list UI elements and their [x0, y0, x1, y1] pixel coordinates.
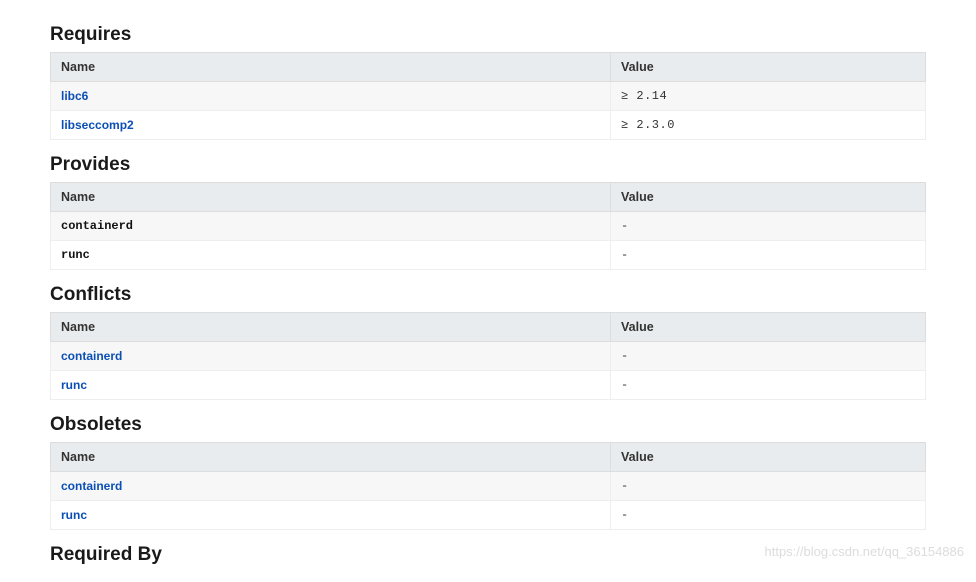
- package-link[interactable]: runc: [51, 501, 611, 530]
- table-row: libc6 ≥ 2.14: [51, 82, 926, 111]
- package-value: -: [611, 241, 926, 270]
- package-link[interactable]: containerd: [51, 342, 611, 371]
- table-conflicts: Name Value containerd - runc -: [50, 312, 926, 400]
- column-header-value: Value: [611, 183, 926, 212]
- table-row: containerd -: [51, 472, 926, 501]
- column-header-value: Value: [611, 443, 926, 472]
- table-obsoletes: Name Value containerd - runc -: [50, 442, 926, 530]
- package-name: containerd: [51, 212, 611, 241]
- column-header-name: Name: [51, 443, 611, 472]
- column-header-name: Name: [51, 53, 611, 82]
- section-title-conflicts: Conflicts: [50, 284, 926, 306]
- section-title-provides: Provides: [50, 154, 926, 176]
- package-link[interactable]: runc: [51, 371, 611, 400]
- section-title-obsoletes: Obsoletes: [50, 414, 926, 436]
- package-link[interactable]: containerd: [51, 472, 611, 501]
- column-header-name: Name: [51, 183, 611, 212]
- column-header-value: Value: [611, 313, 926, 342]
- package-value: ≥ 2.3.0: [611, 111, 926, 140]
- table-row: libseccomp2 ≥ 2.3.0: [51, 111, 926, 140]
- package-value: -: [611, 371, 926, 400]
- package-value: -: [611, 342, 926, 371]
- package-value: -: [611, 501, 926, 530]
- table-row: runc -: [51, 241, 926, 270]
- table-provides: Name Value containerd - runc -: [50, 182, 926, 270]
- package-link[interactable]: libseccomp2: [51, 111, 611, 140]
- table-row: runc -: [51, 371, 926, 400]
- package-value: ≥ 2.14: [611, 82, 926, 111]
- package-value: -: [611, 212, 926, 241]
- table-row: containerd -: [51, 342, 926, 371]
- column-header-name: Name: [51, 313, 611, 342]
- table-row: containerd -: [51, 212, 926, 241]
- table-requires: Name Value libc6 ≥ 2.14 libseccomp2 ≥ 2.…: [50, 52, 926, 140]
- package-name: runc: [51, 241, 611, 270]
- section-title-required-by: Required By: [50, 544, 926, 566]
- table-row: runc -: [51, 501, 926, 530]
- package-link[interactable]: libc6: [51, 82, 611, 111]
- column-header-value: Value: [611, 53, 926, 82]
- package-value: -: [611, 472, 926, 501]
- section-title-requires: Requires: [50, 24, 926, 46]
